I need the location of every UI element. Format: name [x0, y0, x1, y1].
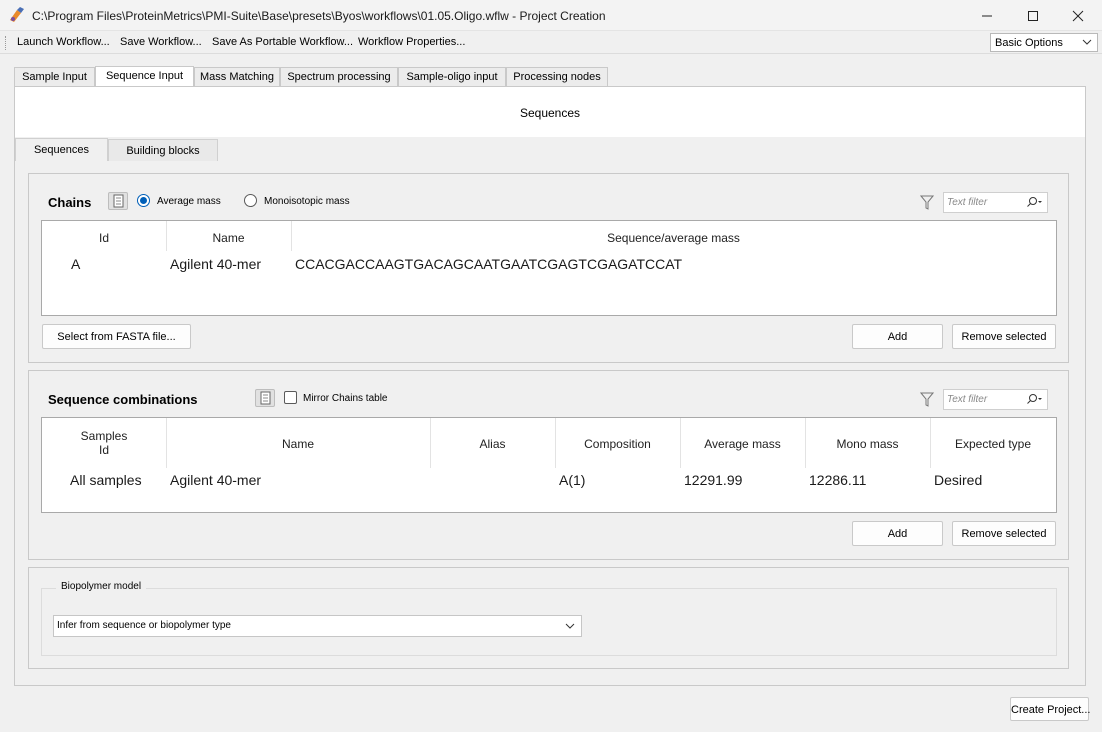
chain-sequence-cell[interactable]: CCACGACCAAGTGACAGCAATGAATCGAGTCGAGATCCAT — [295, 256, 682, 272]
sequence-combinations-table[interactable]: Samples Id Name Alias Composition Averag… — [41, 417, 1057, 513]
combinations-filter-placeholder: Text filter — [947, 394, 988, 405]
create-project-button[interactable]: Create Project... — [1010, 697, 1090, 721]
title-bar: C:\Program Files\ProteinMetrics\PMI-Suit… — [0, 0, 1102, 31]
chain-id-cell[interactable]: A — [71, 256, 80, 272]
column-header-name[interactable]: Name — [166, 437, 430, 451]
chains-remove-selected-button[interactable]: Remove selected — [952, 324, 1056, 349]
close-button[interactable] — [1055, 0, 1101, 31]
combination-mono-mass-cell[interactable]: 12286.11 — [809, 472, 866, 488]
search-icon — [1027, 197, 1042, 207]
tab-spectrum-processing[interactable]: Spectrum processing — [280, 67, 398, 86]
biopolymer-model-value: Infer from sequence or biopolymer type — [57, 620, 231, 631]
tab-sample-oligo-input[interactable]: Sample-oligo input — [398, 67, 506, 86]
sequences-header: Sequences — [15, 87, 1085, 137]
combination-name-cell[interactable]: Agilent 40-mer — [170, 472, 261, 488]
page-title: Sequences — [519, 106, 581, 120]
search-icon — [1027, 394, 1042, 404]
combinations-copy-button[interactable] — [255, 389, 275, 407]
filter-icon — [920, 392, 934, 407]
column-header-expected-type[interactable]: Expected type — [930, 437, 1056, 451]
tab-processing-nodes[interactable]: Processing nodes — [506, 67, 608, 86]
column-header-mono-mass[interactable]: Mono mass — [805, 437, 930, 451]
subtab-sequences[interactable]: Sequences — [15, 138, 108, 161]
column-header-id[interactable]: Id — [42, 231, 166, 245]
select-fasta-button[interactable]: Select from FASTA file... — [42, 324, 191, 349]
average-mass-label: Average mass — [157, 196, 221, 207]
monoisotopic-mass-label: Monoisotopic mass — [264, 196, 350, 207]
biopolymer-model-select[interactable]: Infer from sequence or biopolymer type — [53, 615, 582, 637]
minimize-button[interactable] — [964, 0, 1010, 31]
tab-sequence-input[interactable]: Sequence Input — [95, 66, 194, 86]
column-header-composition[interactable]: Composition — [555, 437, 680, 451]
biopolymer-model-label: Biopolymer model — [56, 581, 147, 592]
tab-mass-matching[interactable]: Mass Matching — [194, 67, 280, 86]
chain-name-cell[interactable]: Agilent 40-mer — [170, 256, 261, 272]
menu-bar: Launch Workflow... Save Workflow... Save… — [0, 31, 1102, 54]
save-workflow-menu[interactable]: Save Workflow... — [120, 36, 202, 48]
launch-workflow-menu[interactable]: Launch Workflow... — [17, 36, 110, 48]
chains-add-button[interactable]: Add — [852, 324, 943, 349]
chevron-down-icon — [1082, 39, 1092, 45]
chains-table[interactable]: Id Name Sequence/average mass A Agilent … — [41, 220, 1057, 316]
combination-expected-type-cell[interactable]: Desired — [934, 472, 982, 488]
sequence-combinations-title: Sequence combinations — [48, 392, 198, 407]
monoisotopic-mass-radio[interactable] — [244, 194, 257, 207]
combinations-remove-selected-button[interactable]: Remove selected — [952, 521, 1056, 546]
combinations-add-button[interactable]: Add — [852, 521, 943, 546]
column-header-average-mass[interactable]: Average mass — [680, 437, 805, 451]
document-icon — [113, 194, 124, 208]
window-title: C:\Program Files\ProteinMetrics\PMI-Suit… — [32, 9, 606, 23]
maximize-icon — [1028, 10, 1038, 21]
chains-title: Chains — [48, 195, 92, 210]
column-header-sequence[interactable]: Sequence/average mass — [291, 231, 1056, 245]
save-portable-workflow-menu[interactable]: Save As Portable Workflow... — [212, 36, 353, 48]
column-header-samples-line: Samples — [80, 429, 128, 443]
minimize-icon — [982, 15, 992, 16]
document-icon — [260, 391, 271, 405]
toolbar-grip — [5, 36, 8, 50]
combination-average-mass-cell[interactable]: 12291.99 — [684, 472, 742, 488]
combinations-filter-input[interactable]: Text filter — [943, 389, 1048, 410]
app-icon — [10, 7, 24, 22]
combination-samples-cell[interactable]: All samples — [70, 472, 142, 488]
options-level-value: Basic Options — [995, 37, 1063, 49]
chains-filter-input[interactable]: Text filter — [943, 192, 1048, 213]
chains-filter-placeholder: Text filter — [947, 197, 988, 208]
workflow-properties-menu[interactable]: Workflow Properties... — [358, 36, 465, 48]
mirror-chains-label: Mirror Chains table — [303, 393, 388, 404]
column-header-name[interactable]: Name — [166, 231, 291, 245]
column-header-alias[interactable]: Alias — [430, 437, 555, 451]
average-mass-radio[interactable] — [137, 194, 150, 207]
options-level-select[interactable]: Basic Options — [990, 33, 1098, 52]
subtab-building-blocks[interactable]: Building blocks — [108, 139, 218, 161]
maximize-button[interactable] — [1010, 0, 1056, 31]
close-icon — [1072, 10, 1084, 21]
chains-copy-button[interactable] — [108, 192, 128, 210]
column-header-samples-id[interactable]: Samples Id — [42, 429, 166, 457]
tab-sample-input[interactable]: Sample Input — [14, 67, 95, 86]
mirror-chains-checkbox[interactable] — [284, 391, 297, 404]
filter-icon — [920, 195, 934, 210]
chevron-down-icon — [565, 623, 575, 629]
column-header-id-line: Id — [98, 443, 109, 457]
combination-composition-cell[interactable]: A(1) — [559, 472, 585, 488]
